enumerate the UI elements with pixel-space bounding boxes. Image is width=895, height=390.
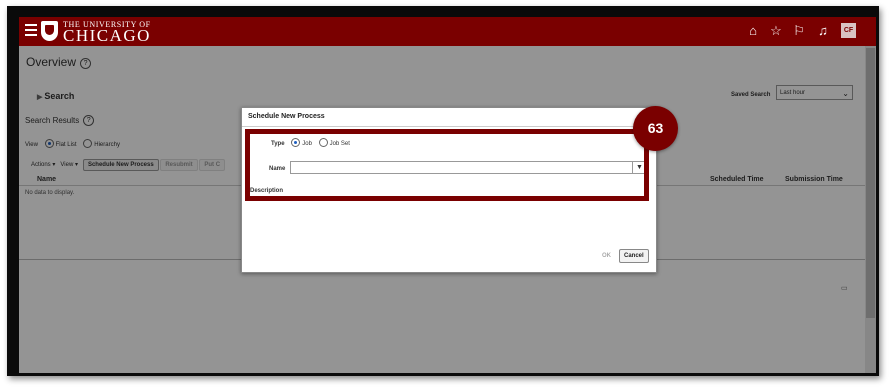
- dialog-title-divider: [242, 126, 656, 127]
- flag-icon[interactable]: ⚐: [792, 24, 806, 38]
- notifications-bell-icon[interactable]: ♫: [816, 24, 830, 38]
- cancel-button[interactable]: Cancel: [619, 249, 649, 263]
- app-screen: THE UNIVERSITY OF CHICAGO ⌂ ☆ ⚐ ♫ CF Ove…: [19, 17, 876, 373]
- step-number-badge: 63: [633, 106, 678, 151]
- highlight-box: [245, 129, 649, 201]
- menu-icon[interactable]: [25, 24, 37, 36]
- favorites-star-icon[interactable]: ☆: [769, 24, 783, 38]
- ok-button[interactable]: OK: [599, 251, 614, 261]
- university-shield-icon: [41, 21, 58, 41]
- schedule-new-process-dialog: Schedule New Process Type Job Job Set Na…: [241, 107, 657, 273]
- logo-chicago: CHICAGO: [63, 26, 151, 45]
- top-header-bar: THE UNIVERSITY OF CHICAGO ⌂ ☆ ⚐ ♫ CF: [19, 17, 876, 46]
- dialog-title: Schedule New Process: [248, 113, 325, 120]
- home-icon[interactable]: ⌂: [746, 24, 760, 38]
- user-avatar[interactable]: CF: [841, 23, 856, 38]
- screenshot-frame: THE UNIVERSITY OF CHICAGO ⌂ ☆ ⚐ ♫ CF Ove…: [7, 6, 879, 376]
